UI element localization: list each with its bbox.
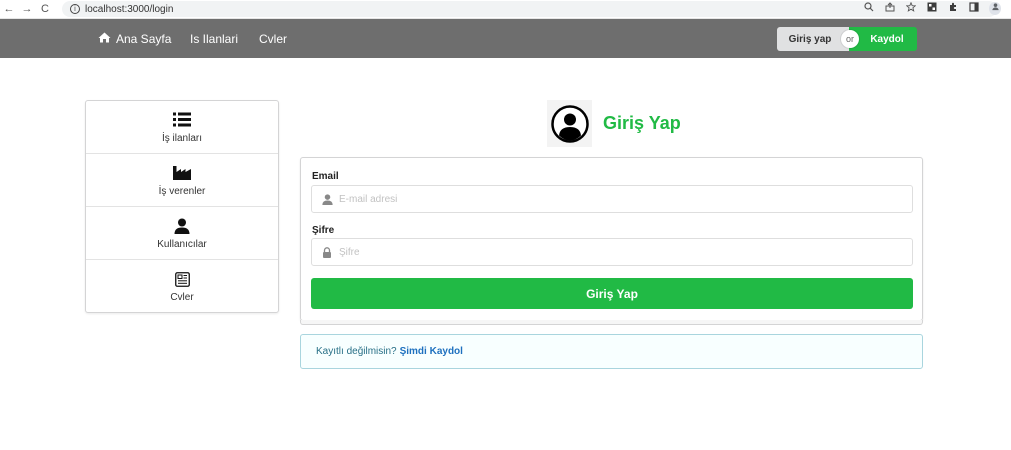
password-field[interactable] — [311, 238, 913, 266]
extension-app-icon[interactable] — [926, 2, 938, 15]
share-icon[interactable] — [884, 2, 896, 15]
login-header: Giriş Yap — [547, 100, 681, 147]
sidebar-item-job-postings[interactable]: İş ilanları — [86, 101, 278, 154]
url-text[interactable]: localhost:3000/login — [85, 4, 173, 15]
auth-button-group: Giriş yap Kaydol or — [777, 27, 917, 51]
register-now-link[interactable]: Şimdi Kaydol — [400, 346, 463, 357]
lock-icon — [321, 246, 333, 258]
sidebar-item-label: İş ilanları — [161, 132, 202, 144]
puzzle-icon[interactable] — [947, 2, 959, 15]
register-button[interactable]: Kaydol — [849, 27, 917, 51]
nav-cv-link[interactable]: Cvler — [249, 19, 297, 58]
sidebar-menu: İş ilanları İş verenler Kullanıcılar Cvl… — [85, 100, 279, 313]
login-form: Email Şifre Giriş Yap — [300, 157, 923, 325]
email-field[interactable] — [311, 185, 913, 213]
profile-avatar-icon[interactable] — [989, 2, 1001, 15]
forward-icon[interactable]: → — [20, 2, 34, 16]
user-circle-icon — [547, 100, 592, 147]
sidepanel-icon[interactable] — [968, 2, 980, 15]
list-icon — [173, 111, 191, 129]
reload-icon[interactable]: C — [38, 2, 52, 16]
or-divider: or — [841, 30, 859, 48]
industry-icon — [173, 164, 191, 182]
star-icon[interactable] — [905, 1, 917, 15]
nav-home-link[interactable]: Ana Sayfa — [88, 19, 181, 58]
login-button[interactable]: Giriş yap — [777, 27, 849, 51]
newspaper-icon — [174, 270, 190, 288]
register-prompt-text: Kayıtlı değilmisin? — [316, 346, 397, 357]
sidebar-item-cvs[interactable]: Cvler — [86, 260, 278, 313]
user-icon — [321, 193, 333, 205]
email-label: Email — [312, 171, 339, 182]
browser-actions — [863, 1, 1001, 15]
nav-home-label: Ana Sayfa — [116, 31, 172, 46]
submit-login-button[interactable]: Giriş Yap — [311, 278, 913, 309]
register-prompt-message: Kayıtlı değilmisin? Şimdi Kaydol — [300, 334, 923, 369]
password-label: Şifre — [312, 225, 335, 236]
sidebar-item-label: İş verenler — [158, 185, 206, 197]
sidebar-item-users[interactable]: Kullanıcılar — [86, 207, 278, 260]
home-icon — [98, 32, 111, 46]
zoom-icon[interactable] — [863, 2, 875, 15]
browser-toolbar: ← → C i localhost:3000/login — [0, 0, 1011, 19]
sidebar-item-label: Cvler — [170, 292, 194, 303]
user-icon — [174, 217, 190, 235]
sidebar-item-label: Kullanıcılar — [157, 238, 207, 250]
top-navbar: Ana Sayfa Is Ilanlari Cvler Giriş yap Ka… — [0, 19, 1011, 58]
sidebar-item-employers[interactable]: İş verenler — [86, 154, 278, 207]
info-icon[interactable]: i — [70, 4, 80, 14]
address-bar[interactable]: i localhost:3000/login — [62, 1, 997, 17]
page-title: Giriş Yap — [603, 113, 681, 133]
nav-jobs-link[interactable]: Is Ilanlari — [180, 19, 248, 58]
back-icon[interactable]: ← — [2, 2, 16, 16]
